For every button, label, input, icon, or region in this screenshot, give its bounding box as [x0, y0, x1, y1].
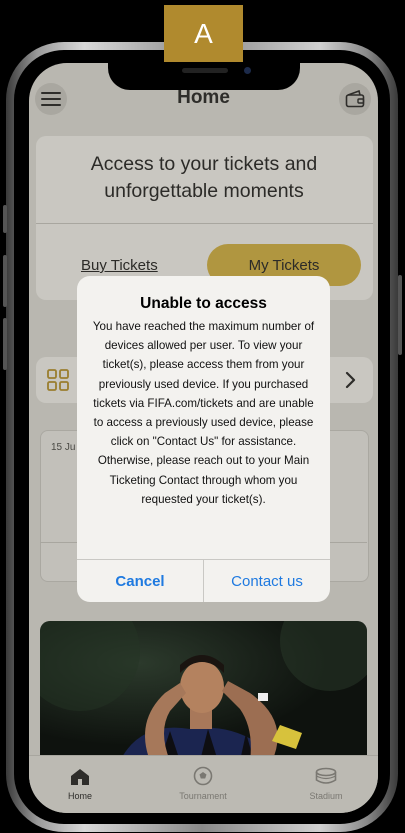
- silent-switch: [3, 205, 7, 233]
- tab-home-label: Home: [67, 791, 92, 801]
- player-photo: [40, 621, 367, 761]
- access-card-title: Access to your tickets and unforgettable…: [90, 153, 318, 202]
- volume-down-button: [3, 318, 7, 370]
- wallet-button[interactable]: [339, 83, 371, 115]
- letter-badge: A: [164, 5, 243, 62]
- tab-tournament[interactable]: Tournament: [163, 756, 243, 813]
- front-camera: [244, 67, 251, 74]
- volume-up-button: [3, 255, 7, 307]
- dialog-message: You have reached the maximum number of d…: [92, 320, 315, 506]
- tab-stadium-label: Stadium: [309, 791, 343, 801]
- tab-home[interactable]: Home: [40, 756, 120, 813]
- buy-tickets-link[interactable]: Buy Tickets: [81, 257, 158, 274]
- divider: [36, 223, 373, 224]
- bottom-tab-bar: Home Tournament Stadium: [29, 755, 378, 813]
- speaker-grille: [182, 68, 228, 73]
- wallet-icon: [345, 90, 365, 108]
- tab-tournament-label: Tournament: [179, 791, 227, 801]
- page-title: Home: [177, 87, 230, 108]
- soccer-ball-icon: [193, 766, 213, 786]
- chevron-right-icon[interactable]: [344, 369, 358, 391]
- player-illustration: [40, 621, 367, 761]
- unable-to-access-dialog: Unable to access You have reached the ma…: [77, 276, 330, 602]
- grid-view-icon[interactable]: [47, 369, 69, 391]
- phone-screen: Home Access to your tickets and unforget…: [29, 63, 378, 813]
- stadium-icon: [315, 767, 337, 784]
- dialog-title: Unable to access: [140, 295, 267, 312]
- cancel-button[interactable]: Cancel: [77, 560, 203, 602]
- contact-us-button[interactable]: Contact us: [204, 560, 330, 602]
- event-date: 15 Ju: [51, 442, 76, 453]
- tab-stadium[interactable]: Stadium: [286, 756, 366, 813]
- power-button: [398, 275, 402, 355]
- home-icon: [71, 769, 89, 785]
